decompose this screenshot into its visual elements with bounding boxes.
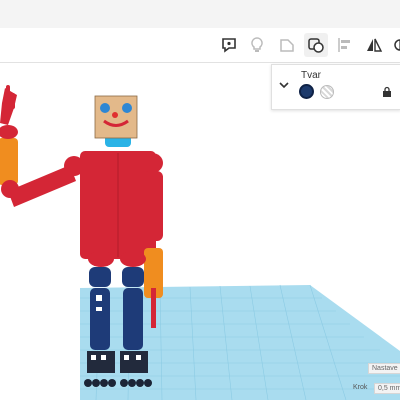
settings-label[interactable]: Nastave (368, 363, 400, 374)
robot-left-arm[interactable] (0, 85, 84, 207)
top-bar (0, 0, 400, 29)
step-value-field[interactable]: 0,5 mm (374, 383, 400, 394)
robot-head[interactable] (94, 95, 138, 139)
chevron-down-icon[interactable] (277, 78, 291, 92)
3d-viewport[interactable] (0, 63, 400, 400)
mirror-icon[interactable] (362, 33, 386, 57)
note-icon[interactable] (217, 33, 241, 57)
solid-color-swatch[interactable] (299, 84, 314, 99)
more-icon[interactable] (389, 33, 400, 57)
inspector-title: Tvar (301, 70, 321, 81)
hole-swatch[interactable] (320, 85, 334, 99)
step-label: Krok (353, 384, 368, 391)
lock-icon[interactable] (381, 86, 393, 98)
align-icon[interactable] (333, 33, 357, 57)
shape-icon[interactable] (275, 33, 299, 57)
robot-scene (0, 85, 400, 400)
toolbar (0, 28, 400, 63)
group-icon[interactable] (304, 33, 328, 57)
lightbulb-icon[interactable] (245, 33, 269, 57)
